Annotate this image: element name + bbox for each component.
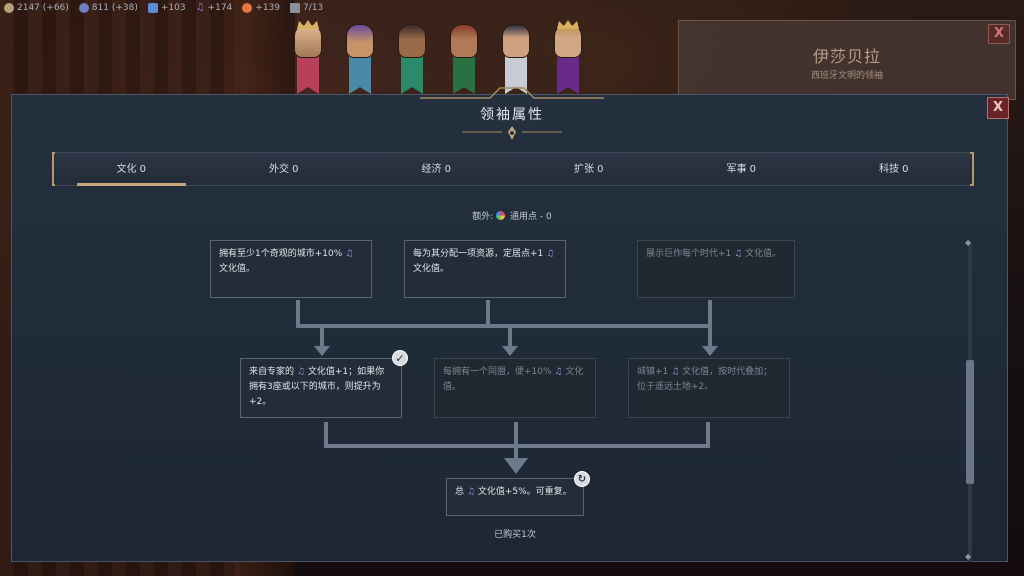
perk-card-specialist-culture[interactable]: 来自专家的 ♫ 文化值+1；如果你拥有3座或以下的城市，则提升为+2。 (240, 358, 402, 418)
tree-scrollbar-thumb[interactable] (966, 360, 974, 484)
leader-portrait-5[interactable] (500, 20, 530, 94)
leader-portrait-2[interactable] (344, 20, 374, 94)
perk-text: 来自专家的 ♫ 文化值+1；如果你拥有3座或以下的城市，则提升为+2。 (249, 367, 385, 407)
city-icon (290, 2, 301, 13)
leader-portrait-6[interactable] (552, 20, 582, 94)
wildcard-point-icon (496, 211, 506, 220)
leader-portrait-4[interactable] (448, 20, 478, 94)
resource-bar: 2147 (+66) 811 (+38) +103 ♫ +174 +139 7/… (4, 2, 323, 13)
leader-portrait-3[interactable] (396, 20, 426, 94)
perk-text: 展示巨作每个时代+1 ♫ 文化值。 (646, 249, 782, 259)
crown-icon (557, 20, 579, 29)
leader-info-card: 伊莎贝拉 西班牙文明的领袖 (678, 20, 1016, 100)
dialog-title: 领袖属性 (480, 107, 544, 123)
scroll-down-icon[interactable]: ◆ (965, 552, 975, 561)
repeat-icon: ↻ (574, 471, 590, 487)
resource-gold-value: 2147 (+66) (17, 2, 69, 13)
tab-military[interactable]: 军事 0 (665, 153, 818, 185)
science-icon (147, 2, 158, 13)
leader-civ: 西班牙文明的领袖 (810, 71, 883, 81)
leader-portraits (292, 20, 582, 94)
title-divider-ornament (462, 126, 562, 140)
tab-diplomacy[interactable]: 外交 0 (208, 153, 361, 185)
leader-portrait-1[interactable] (292, 20, 322, 94)
perk-card-masterpiece-culture[interactable]: 展示巨作每个时代+1 ♫ 文化值。 (637, 240, 795, 298)
resource-happiness-value: +139 (255, 2, 281, 13)
title-frame-ornament (420, 87, 604, 99)
resource-science-value: +103 (160, 2, 186, 13)
resource-gold[interactable]: 2147 (+66) (4, 2, 69, 13)
purchase-count: 已购买1次 (494, 530, 536, 540)
resource-science[interactable]: +103 (147, 2, 186, 13)
leader-card-close-button[interactable]: X (988, 24, 1010, 44)
perk-text: 每拥有一个同盟，便+10% ♫ 文化值。 (443, 367, 584, 392)
extra-label: 额外: (472, 212, 494, 222)
tab-science[interactable]: 科技 0 (818, 153, 971, 185)
perk-card-wonder-culture[interactable]: 拥有至少1个奇观的城市+10% ♫ 文化值。 (210, 240, 372, 298)
culture-icon: ♫ (195, 2, 205, 13)
resource-faith[interactable]: 811 (+38) (78, 2, 138, 13)
tab-expansion[interactable]: 扩张 0 (513, 153, 666, 185)
perk-card-town-culture[interactable]: 城镇+1 ♫ 文化值，按时代叠加；位于遥远土地+2。 (628, 358, 790, 418)
owned-check-icon: ✓ (392, 350, 408, 366)
perk-card-alliance-culture[interactable]: 每拥有一个同盟，便+10% ♫ 文化值。 (434, 358, 596, 418)
perk-text: 总 ♫ 文化值+5%。可重复。 (455, 487, 572, 497)
extra-points: 额外: 通用点 - 0 (0, 209, 1024, 222)
resource-culture-value: +174 (207, 2, 233, 13)
perk-text: 城镇+1 ♫ 文化值，按时代叠加；位于遥远土地+2。 (637, 367, 773, 392)
faith-icon (78, 2, 89, 13)
tab-culture[interactable]: 文化 0 (55, 153, 208, 186)
extra-points-value: 通用点 - 0 (510, 212, 552, 222)
dialog-close-button[interactable]: X (987, 97, 1009, 119)
happiness-icon (242, 2, 253, 13)
resource-cities[interactable]: 7/13 (290, 2, 324, 13)
attribute-tabs: 文化 0 外交 0 经济 0 扩张 0 军事 0 科技 0 (55, 152, 970, 186)
attribute-tree: 拥有至少1个奇观的城市+10% ♫ 文化值。 每为其分配一项资源，定居点+1 ♫… (40, 230, 960, 560)
leader-name: 伊莎贝拉 (812, 47, 881, 66)
perk-card-total-culture[interactable]: 总 ♫ 文化值+5%。可重复。 (446, 478, 584, 516)
resource-faith-value: 811 (+38) (91, 2, 138, 13)
crown-icon (297, 20, 319, 29)
resource-happiness[interactable]: +139 (242, 2, 281, 13)
resource-cities-value: 7/13 (303, 2, 324, 13)
tab-economy[interactable]: 经济 0 (360, 153, 513, 185)
gold-icon (4, 2, 14, 13)
perk-card-resource-culture[interactable]: 每为其分配一项资源，定居点+1 ♫ 文化值。 (404, 240, 566, 298)
perk-text: 拥有至少1个奇观的城市+10% ♫ 文化值。 (219, 249, 354, 274)
resource-culture[interactable]: ♫ +174 (196, 2, 233, 13)
scroll-up-icon[interactable]: ◆ (965, 238, 975, 247)
perk-text: 每为其分配一项资源，定居点+1 ♫ 文化值。 (413, 249, 555, 274)
